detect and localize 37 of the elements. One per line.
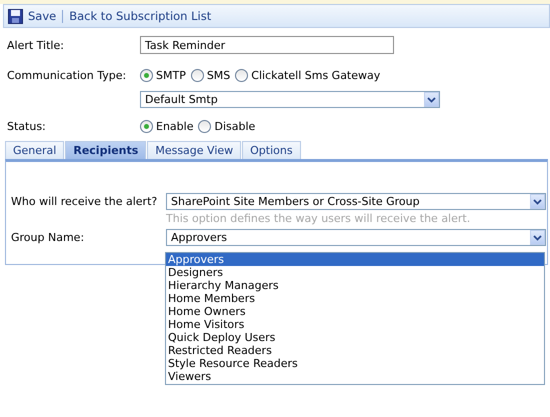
tab[interactable]: Options: [242, 141, 301, 159]
radio-button[interactable]: [235, 69, 248, 82]
radio-label: SMS: [206, 69, 230, 82]
radio-button[interactable]: [140, 120, 153, 133]
dropdown-option[interactable]: Hierarchy Managers: [166, 279, 544, 292]
recipient-type-select[interactable]: SharePoint Site Members or Cross-Site Group: [166, 193, 546, 210]
group-select[interactable]: Approvers: [166, 229, 546, 246]
radio-button[interactable]: [140, 69, 153, 82]
field-label: Communication Type:: [7, 69, 128, 82]
tab[interactable]: Message View: [147, 141, 242, 159]
dropdown-option[interactable]: Home Owners: [166, 305, 544, 318]
radio-label: Disable: [214, 120, 256, 133]
field-label: Who will receive the alert?: [11, 194, 158, 210]
save-icon: [8, 8, 23, 24]
radio-button[interactable]: [198, 120, 212, 133]
tab[interactable]: Recipients: [65, 141, 146, 159]
save-button[interactable]: Save: [8, 8, 56, 24]
dropdown-option[interactable]: Viewers: [166, 370, 544, 383]
dropdown-option[interactable]: Restricted Readers: [166, 344, 544, 357]
field-label: Alert Title:: [7, 38, 65, 52]
hint-text: This option defines the way users will receive the alert.: [166, 212, 472, 225]
tab[interactable]: General: [5, 141, 64, 159]
radio-label: Enable: [156, 120, 194, 133]
field-label: Status:: [7, 120, 47, 133]
field-label: Group Name:: [11, 230, 86, 246]
dropdown-option[interactable]: Approvers: [166, 253, 544, 266]
dropdown-option[interactable]: Style Resource Readers: [166, 357, 544, 370]
radio-button[interactable]: [190, 69, 204, 82]
dropdown-option[interactable]: Designers: [166, 266, 544, 279]
back-link[interactable]: Back to Subscription List: [69, 9, 212, 23]
alert-title-field[interactable]: Task Reminder: [140, 36, 394, 54]
radio-label: Clickatell Sms Gateway: [251, 69, 380, 82]
radio-label: SMTP: [156, 69, 186, 82]
server-select[interactable]: Default Smtp: [140, 91, 440, 108]
dropdown-option[interactable]: Home Members: [166, 292, 544, 305]
dropdown-option[interactable]: Home Visitors: [166, 318, 544, 331]
dropdown-option[interactable]: Quick Deploy Users: [166, 331, 544, 344]
